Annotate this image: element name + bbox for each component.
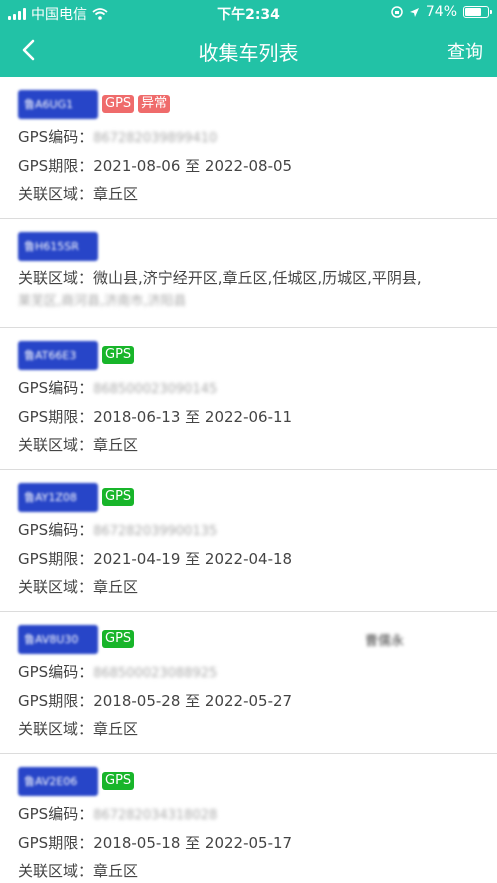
- plate-number[interactable]: 鲁AV8U30: [18, 624, 98, 654]
- card-title-row: 鲁AT66E3 GPS: [18, 340, 497, 370]
- area-value: 章丘区: [93, 185, 139, 203]
- gps-code-value: 867282039899410: [93, 131, 218, 146]
- gps-badge: GPS: [102, 95, 135, 113]
- gps-period-label: GPS期限：: [18, 157, 94, 175]
- screen-lock-icon: [391, 6, 403, 18]
- gps-code-value: 868500023088925: [93, 666, 218, 681]
- gps-period-row: GPS期限：2021-04-19 至 2022-04-18: [18, 550, 497, 569]
- card-title-row: 鲁AV2E06 GPS: [18, 766, 497, 796]
- gps-code-label: GPS编码：: [18, 128, 94, 146]
- location-arrow-icon: [409, 7, 419, 17]
- gps-period-value: 2018-05-18 至 2022-05-17: [93, 834, 293, 852]
- gps-period-label: GPS期限：: [18, 834, 94, 852]
- card-title-row: 鲁H615SR: [18, 231, 497, 261]
- gps-period-row: GPS期限：2018-05-28 至 2022-05-27: [18, 692, 497, 711]
- area-value-extra: 莱芜区,商河县,济南市,济阳县: [18, 294, 187, 309]
- gps-period-value: 2018-06-13 至 2022-06-11: [93, 408, 293, 426]
- status-bar: 中国电信 下午2:34 74%: [0, 0, 497, 24]
- gps-code-row: GPS编码：867282039899410: [18, 128, 497, 148]
- gps-code-row: GPS编码：867282039900135: [18, 521, 497, 541]
- vehicle-card[interactable]: 鲁H615SR 关联区域：微山县,济宁经开区,章丘区,任城区,历城区,平阴县, …: [0, 219, 497, 328]
- area-label: 关联区域：: [18, 862, 94, 880]
- gps-code-label: GPS编码：: [18, 521, 94, 539]
- gps-period-row: GPS期限：2018-05-18 至 2022-05-17: [18, 834, 497, 853]
- vehicle-card[interactable]: 鲁A6UG1 GPS 异常 GPS编码：867282039899410 GPS期…: [0, 77, 497, 219]
- gps-code-row: GPS编码：868500023090145: [18, 379, 497, 399]
- gps-period-value: 2018-05-28 至 2022-05-27: [93, 692, 293, 710]
- gps-badge: GPS: [102, 346, 135, 364]
- gps-period-label: GPS期限：: [18, 550, 94, 568]
- gps-period-label: GPS期限：: [18, 692, 94, 710]
- card-title-row: 鲁AY1Z08 GPS: [18, 482, 497, 512]
- nav-bar: 收集车列表 查询: [0, 24, 497, 77]
- area-row: 关联区域：章丘区: [18, 436, 497, 455]
- vehicle-card[interactable]: 鲁AV2E06 GPS GPS编码：867282034318028 GPS期限：…: [0, 754, 497, 883]
- area-row: 关联区域：章丘区: [18, 720, 497, 739]
- gps-code-label: GPS编码：: [18, 805, 94, 823]
- area-value: 微山县,济宁经开区,章丘区,任城区,历城区,平阴县,: [93, 269, 422, 287]
- gps-period-value: 2021-04-19 至 2022-04-18: [93, 550, 293, 568]
- gps-badge: GPS: [102, 772, 135, 790]
- page-title: 收集车列表: [198, 41, 299, 65]
- driver-name: 曹儒永: [365, 633, 405, 649]
- area-value: 章丘区: [93, 436, 139, 454]
- area-label: 关联区域：: [18, 269, 94, 287]
- area-value: 章丘区: [93, 862, 139, 880]
- gps-code-label: GPS编码：: [18, 663, 94, 681]
- plate-number[interactable]: 鲁AT66E3: [18, 340, 98, 370]
- vehicle-list[interactable]: 鲁A6UG1 GPS 异常 GPS编码：867282039899410 GPS期…: [0, 77, 497, 883]
- battery-percent: 74%: [425, 4, 457, 20]
- area-row: 关联区域：章丘区: [18, 185, 497, 204]
- abnormal-badge: 异常: [138, 95, 171, 113]
- gps-period-row: GPS期限：2018-06-13 至 2022-06-11: [18, 408, 497, 427]
- gps-period-value: 2021-08-06 至 2022-08-05: [93, 157, 293, 175]
- area-label: 关联区域：: [18, 720, 94, 738]
- plate-number[interactable]: 鲁A6UG1: [18, 89, 98, 119]
- vehicle-card[interactable]: 鲁AT66E3 GPS GPS编码：868500023090145 GPS期限：…: [0, 328, 497, 470]
- card-title-row: 鲁A6UG1 GPS 异常: [18, 89, 497, 119]
- gps-badge: GPS: [102, 488, 135, 506]
- area-value: 章丘区: [93, 720, 139, 738]
- plate-number[interactable]: 鲁AY1Z08: [18, 482, 98, 512]
- gps-badge: GPS: [102, 630, 135, 648]
- gps-code-row: GPS编码：868500023088925: [18, 663, 497, 683]
- plate-number[interactable]: 鲁AV2E06: [18, 766, 98, 796]
- gps-code-row: GPS编码：867282034318028: [18, 805, 497, 825]
- gps-period-row: GPS期限：2021-08-06 至 2022-08-05: [18, 157, 497, 176]
- gps-code-value: 867282034318028: [93, 808, 218, 823]
- area-row: 关联区域：章丘区: [18, 862, 497, 881]
- area-row: 关联区域：章丘区: [18, 578, 497, 597]
- header: 中国电信 下午2:34 74% 收集车列表 查询: [0, 0, 497, 77]
- area-label: 关联区域：: [18, 436, 94, 454]
- status-right: 74%: [391, 4, 492, 20]
- area-label: 关联区域：: [18, 185, 94, 203]
- area-label: 关联区域：: [18, 578, 94, 596]
- vehicle-card[interactable]: 鲁AY1Z08 GPS GPS编码：867282039900135 GPS期限：…: [0, 470, 497, 612]
- gps-code-value: 867282039900135: [93, 524, 218, 539]
- gps-period-label: GPS期限：: [18, 408, 94, 426]
- area-row: 关联区域：微山县,济宁经开区,章丘区,任城区,历城区,平阴县, 莱芜区,商河县,…: [18, 267, 488, 313]
- gps-code-value: 868500023090145: [93, 382, 218, 397]
- query-button[interactable]: 查询: [447, 38, 483, 64]
- battery-icon: [463, 6, 492, 18]
- plate-number[interactable]: 鲁H615SR: [18, 231, 98, 261]
- card-title-row: 鲁AV8U30 GPS 曹儒永: [18, 624, 497, 654]
- vehicle-card[interactable]: 鲁AV8U30 GPS 曹儒永 GPS编码：868500023088925 GP…: [0, 612, 497, 754]
- battery-level: [465, 8, 482, 16]
- gps-code-label: GPS编码：: [18, 379, 94, 397]
- area-value: 章丘区: [93, 578, 139, 596]
